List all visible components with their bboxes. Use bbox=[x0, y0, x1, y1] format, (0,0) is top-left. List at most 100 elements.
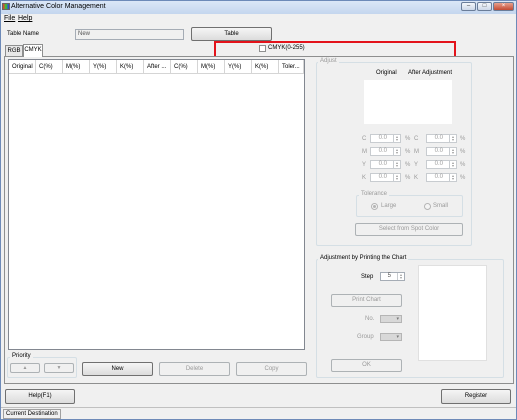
column-header[interactable]: C(%) bbox=[171, 60, 198, 74]
tolerance-small-label: Small bbox=[433, 203, 449, 209]
tolerance-large-label: Large bbox=[381, 203, 397, 209]
priority-down-button[interactable]: ▼ bbox=[44, 363, 74, 373]
cmyk-checkbox-label: CMYK(0-255) bbox=[268, 45, 305, 51]
adjust-m-label: M bbox=[362, 149, 367, 155]
group-label: Group bbox=[357, 334, 374, 340]
after-adjustment-header: After Adjustment bbox=[408, 70, 453, 76]
window-title: Alternative Color Management bbox=[11, 3, 106, 10]
spin-arrows-icon[interactable]: ▴ ▾ bbox=[449, 148, 456, 155]
adjust-k-label: K bbox=[362, 175, 367, 181]
copy-button[interactable]: Copy bbox=[236, 362, 307, 376]
original-c-spin[interactable]: 0.0 ▴ ▾ bbox=[370, 134, 401, 143]
after-y-value: 0.0 bbox=[434, 161, 443, 167]
original-k-spin[interactable]: 0.0 ▴ ▾ bbox=[370, 173, 401, 182]
unit-label: % bbox=[405, 149, 411, 155]
table-name-label: Table Name bbox=[7, 31, 40, 37]
column-header[interactable]: M(%) bbox=[63, 60, 90, 74]
after-c-value: 0.0 bbox=[434, 135, 443, 141]
tab-rgb[interactable]: RGB bbox=[5, 45, 23, 56]
column-header[interactable]: C(%) bbox=[36, 60, 63, 74]
column-header[interactable]: Y(%) bbox=[90, 60, 117, 74]
step-label: Step bbox=[361, 274, 374, 280]
unit-label: % bbox=[405, 162, 411, 168]
adjust-c-label: C bbox=[362, 136, 367, 142]
color-management-icon bbox=[2, 3, 10, 10]
spin-arrows-icon[interactable]: ▴ ▾ bbox=[393, 174, 400, 181]
register-button[interactable]: Register bbox=[441, 389, 511, 404]
chart-preview bbox=[418, 265, 487, 361]
column-header[interactable]: Y(%) bbox=[225, 60, 252, 74]
step-value: 5 bbox=[387, 273, 391, 279]
priority-up-button[interactable]: ▲ bbox=[10, 363, 40, 373]
status-bar: Current Destination bbox=[1, 407, 516, 419]
no-label: No. bbox=[365, 316, 375, 322]
spin-arrows-icon[interactable]: ▴ ▾ bbox=[449, 135, 456, 142]
select-spot-color-button[interactable]: Select from Spot Color bbox=[355, 223, 463, 236]
print-chart-button[interactable]: Print Chart bbox=[331, 294, 402, 307]
unit-label: % bbox=[460, 175, 466, 181]
original-header: Original bbox=[376, 70, 397, 76]
column-header[interactable]: K(%) bbox=[117, 60, 144, 74]
maximize-button[interactable]: □ bbox=[477, 2, 492, 11]
menu-help[interactable]: Help bbox=[18, 15, 32, 22]
spin-arrows-icon[interactable]: ▴ ▾ bbox=[393, 148, 400, 155]
adjust-m-label-after: M bbox=[414, 149, 419, 155]
new-button[interactable]: New bbox=[82, 362, 153, 376]
after-k-spin[interactable]: 0.0 ▴ ▾ bbox=[426, 173, 457, 182]
current-destination-status: Current Destination bbox=[3, 409, 61, 419]
tolerance-small-radio[interactable] bbox=[424, 203, 431, 210]
column-header[interactable]: M(%) bbox=[198, 60, 225, 74]
original-k-value: 0.0 bbox=[378, 174, 387, 180]
column-header[interactable]: K(%) bbox=[252, 60, 279, 74]
unit-label: % bbox=[460, 136, 466, 142]
unit-label: % bbox=[460, 149, 466, 155]
no-select[interactable]: ▾ bbox=[380, 315, 402, 323]
group-select[interactable]: ▾ bbox=[380, 333, 402, 341]
adjust-label: Adjust bbox=[318, 58, 339, 64]
after-y-spin[interactable]: 0.0 ▴ ▾ bbox=[426, 160, 457, 169]
adjust-k-label-after: K bbox=[414, 175, 419, 181]
after-m-spin[interactable]: 0.0 ▴ ▾ bbox=[426, 147, 457, 156]
tolerance-large-radio[interactable] bbox=[371, 203, 378, 210]
chevron-down-icon: ▾ bbox=[396, 316, 399, 322]
after-c-spin[interactable]: 0.0 ▴ ▾ bbox=[426, 134, 457, 143]
original-y-value: 0.0 bbox=[378, 161, 387, 167]
table-name-field[interactable]: New bbox=[75, 29, 184, 40]
original-m-value: 0.0 bbox=[378, 148, 387, 154]
chevron-down-icon: ▾ bbox=[396, 334, 399, 340]
tab-cmyk[interactable]: CMYK bbox=[23, 44, 43, 57]
spin-arrows-icon[interactable]: ▴ ▾ bbox=[397, 273, 404, 280]
after-k-value: 0.0 bbox=[434, 174, 443, 180]
adjust-y-label-after: Y bbox=[414, 162, 419, 168]
unit-label: % bbox=[405, 175, 411, 181]
column-header[interactable]: Original bbox=[9, 60, 36, 74]
column-header[interactable]: Toler... bbox=[279, 60, 304, 74]
close-button[interactable]: × bbox=[493, 2, 514, 11]
adjust-c-label-after: C bbox=[414, 136, 419, 142]
original-y-spin[interactable]: 0.0 ▴ ▾ bbox=[370, 160, 401, 169]
minimize-button[interactable]: – bbox=[461, 2, 476, 11]
original-m-spin[interactable]: 0.0 ▴ ▾ bbox=[370, 147, 401, 156]
printing-label: Adjustment by Printing the Chart bbox=[318, 255, 409, 261]
cmyk-checkbox[interactable] bbox=[259, 45, 266, 52]
spin-arrows-icon[interactable]: ▴ ▾ bbox=[449, 174, 456, 181]
color-preview bbox=[364, 80, 452, 124]
after-m-value: 0.0 bbox=[434, 148, 443, 154]
delete-button[interactable]: Delete bbox=[159, 362, 230, 376]
column-header[interactable]: After ... bbox=[144, 60, 171, 74]
step-spin[interactable]: 5 ▴ ▾ bbox=[380, 272, 405, 281]
tolerance-label: Tolerance bbox=[359, 191, 390, 197]
spin-arrows-icon[interactable]: ▴ ▾ bbox=[393, 161, 400, 168]
color-list[interactable]: Original C(%) M(%) Y(%) K(%) After ... C… bbox=[8, 59, 305, 350]
original-c-value: 0.0 bbox=[378, 135, 387, 141]
spin-arrows-icon[interactable]: ▴ ▾ bbox=[393, 135, 400, 142]
help-button[interactable]: Help(F1) bbox=[5, 389, 75, 404]
priority-label: Priority bbox=[10, 353, 33, 359]
ok-button[interactable]: OK bbox=[331, 359, 402, 372]
adjust-y-label: Y bbox=[362, 162, 367, 168]
menu-file[interactable]: File bbox=[4, 15, 15, 22]
unit-label: % bbox=[405, 136, 411, 142]
table-button[interactable]: Table bbox=[191, 27, 272, 41]
spin-arrows-icon[interactable]: ▴ ▾ bbox=[449, 161, 456, 168]
unit-label: % bbox=[460, 162, 466, 168]
